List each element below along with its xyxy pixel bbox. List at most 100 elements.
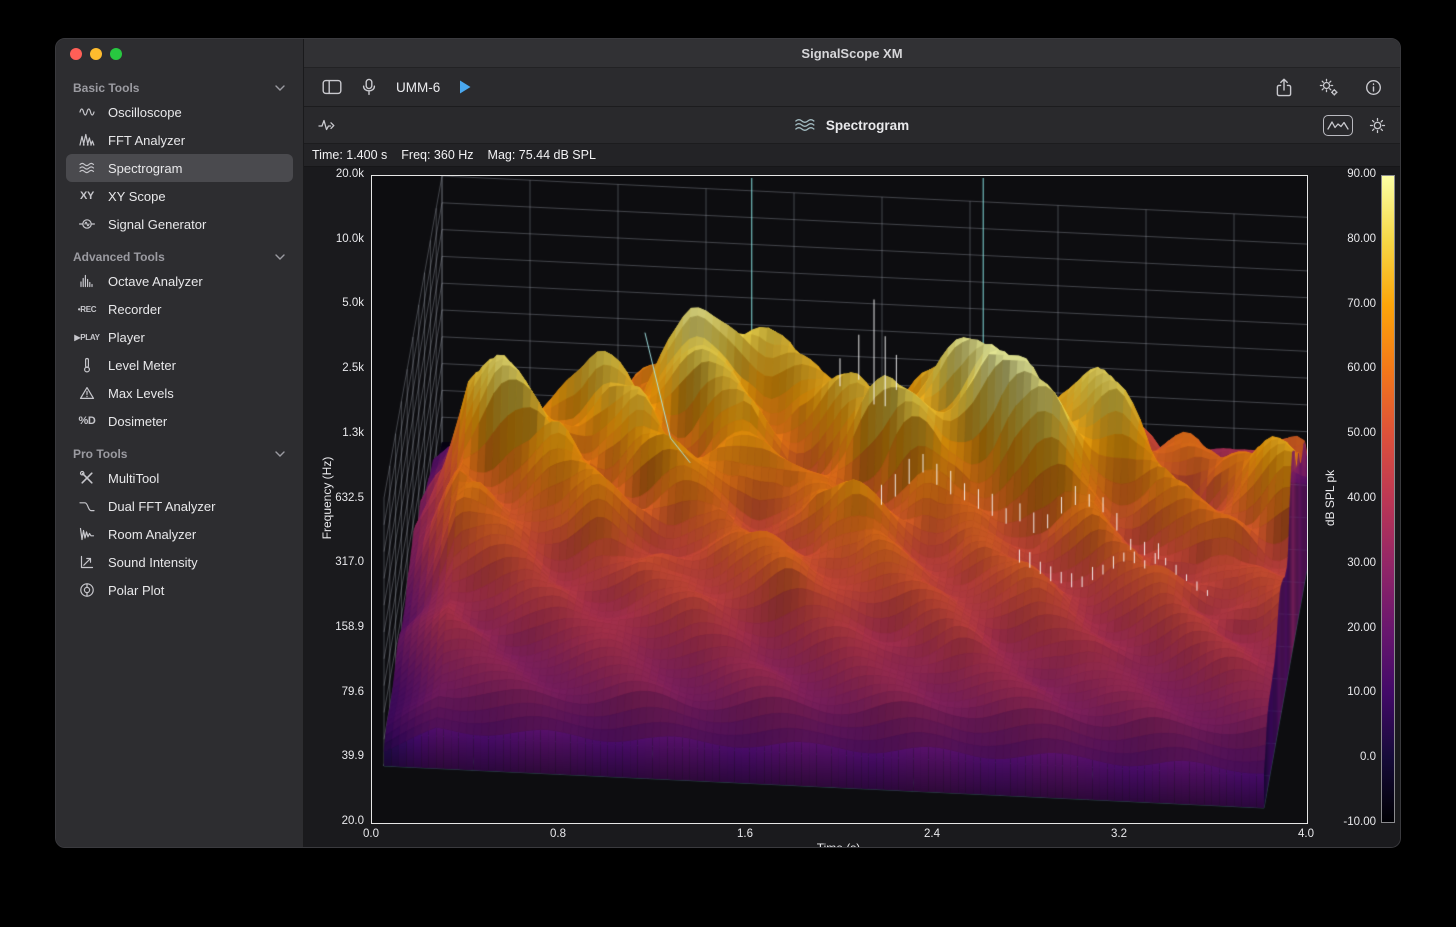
y-tick-label: 20.0k	[318, 168, 364, 180]
main-panel: SignalScope XM UMM-6	[304, 39, 1400, 847]
sidebar-item-label: Dual FFT Analyzer	[108, 499, 215, 514]
gear-icon	[1369, 117, 1386, 134]
plot-style-button[interactable]	[1323, 115, 1353, 136]
settings-gears-button[interactable]	[1319, 78, 1339, 97]
y-tick-label: 20.0	[318, 815, 364, 827]
colorbar-tick-label: 10.00	[1334, 686, 1376, 698]
chart-area: Frequency (Hz) Time (s) dB SPL pk 20.0k1…	[304, 167, 1400, 847]
input-device-button[interactable]	[360, 78, 378, 96]
colorbar-tick-label: 20.00	[1334, 622, 1376, 634]
fft-analyzer-icon	[74, 132, 100, 148]
y-tick-label: 2.5k	[318, 362, 364, 374]
view-toolbar: Spectrogram	[304, 107, 1400, 144]
sidebar-item-recorder[interactable]: •RECRecorder	[66, 295, 293, 323]
y-tick-label: 10.0k	[318, 233, 364, 245]
sidebar-item-player[interactable]: ▶PLAYPlayer	[66, 323, 293, 351]
info-button[interactable]	[1365, 79, 1382, 96]
section-header-basic-tools[interactable]: Basic Tools	[56, 77, 303, 98]
sidebar-item-label: Recorder	[108, 302, 161, 317]
sidebar-item-label: Spectrogram	[108, 161, 182, 176]
window-title: SignalScope XM	[801, 46, 902, 61]
sidebar-item-label: MultiTool	[108, 471, 159, 486]
colorbar-tick-label: 70.00	[1334, 298, 1376, 310]
sidebar-item-level-meter[interactable]: Level Meter	[66, 351, 293, 379]
section-header-advanced-tools[interactable]: Advanced Tools	[56, 246, 303, 267]
sidebar-item-multitool[interactable]: MultiTool	[66, 464, 293, 492]
level-meter-icon	[74, 357, 100, 373]
multitool-icon	[74, 470, 100, 486]
x-tick-label: 0.0	[353, 828, 389, 840]
y-tick-label: 317.0	[318, 556, 364, 568]
sidebar: Basic Tools Oscilloscope FFT Analyzer Spect…	[56, 39, 304, 847]
sidebar-toggle-button[interactable]	[322, 78, 342, 96]
readout-time: Time: 1.400 s	[312, 148, 387, 162]
cursor-readout-bar: Time: 1.400 s Freq: 360 Hz Mag: 75.44 dB…	[304, 144, 1400, 167]
signal-flow-button[interactable]	[318, 117, 336, 133]
chevron-down-icon[interactable]	[275, 451, 285, 457]
x-axis-title: Time (s)	[371, 841, 1306, 848]
section-header-pro-tools[interactable]: Pro Tools	[56, 443, 303, 464]
sidebar-item-room-analyzer[interactable]: Room Analyzer	[66, 520, 293, 548]
spectrogram-icon	[74, 160, 100, 176]
x-tick-label: 3.2	[1101, 828, 1137, 840]
sidebar-item-label: Oscilloscope	[108, 105, 182, 120]
waveform-plot-icon	[1326, 118, 1350, 132]
sidebar-item-octave-analyzer[interactable]: Octave Analyzer	[66, 267, 293, 295]
colorbar-tick-label: -10.00	[1334, 816, 1376, 828]
view-title-group: Spectrogram	[795, 117, 909, 133]
colorbar-tick-label: 40.00	[1334, 492, 1376, 504]
colorbar-tick-label: 0.0	[1334, 751, 1376, 763]
chevron-down-icon[interactable]	[275, 85, 285, 91]
play-icon	[458, 79, 472, 95]
sidebar-item-spectrogram[interactable]: Spectrogram	[66, 154, 293, 182]
zoom-window-button[interactable]	[110, 48, 122, 60]
player-icon: ▶PLAY	[74, 333, 100, 342]
plot-frame[interactable]	[371, 175, 1308, 824]
oscilloscope-icon	[74, 104, 100, 120]
signal-generator-icon	[74, 216, 100, 232]
sidebar-item-xy-scope[interactable]: XYXY Scope	[66, 182, 293, 210]
microphone-icon	[360, 78, 378, 96]
spectrogram-canvas[interactable]	[372, 176, 1307, 823]
sidebar-item-oscilloscope[interactable]: Oscilloscope	[66, 98, 293, 126]
share-button[interactable]	[1275, 78, 1293, 97]
share-icon	[1275, 78, 1293, 97]
sidebar-item-label: Polar Plot	[108, 583, 164, 598]
colorbar	[1381, 175, 1395, 823]
dosimeter-icon: %D	[74, 415, 100, 427]
spectrogram-icon	[795, 117, 817, 133]
signal-flow-icon	[318, 117, 336, 133]
info-icon	[1365, 79, 1382, 96]
sidebar-item-max-levels[interactable]: Max Levels	[66, 379, 293, 407]
sidebar-item-label: Room Analyzer	[108, 527, 196, 542]
section-label: Advanced Tools	[73, 250, 165, 264]
sidebar-item-fft-analyzer[interactable]: FFT Analyzer	[66, 126, 293, 154]
main-toolbar: UMM-6	[304, 68, 1400, 107]
minimize-window-button[interactable]	[90, 48, 102, 60]
sidebar-item-sound-intensity[interactable]: Sound Intensity	[66, 548, 293, 576]
view-settings-button[interactable]	[1369, 117, 1386, 134]
device-name: UMM-6	[396, 80, 440, 95]
max-levels-icon	[74, 385, 100, 401]
y-tick-label: 5.0k	[318, 297, 364, 309]
readout-freq: Freq: 360 Hz	[401, 148, 473, 162]
sidebar-item-polar-plot[interactable]: Polar Plot	[66, 576, 293, 604]
close-window-button[interactable]	[70, 48, 82, 60]
chevron-down-icon[interactable]	[275, 254, 285, 260]
play-button[interactable]	[458, 79, 472, 95]
sidebar-item-label: Octave Analyzer	[108, 274, 203, 289]
view-title: Spectrogram	[826, 118, 909, 133]
gears-icon	[1319, 78, 1339, 97]
sidebar-item-dual-fft-analyzer[interactable]: Dual FFT Analyzer	[66, 492, 293, 520]
sidebar-item-label: XY Scope	[108, 189, 166, 204]
sidebar-item-label: Max Levels	[108, 386, 174, 401]
sidebar-sections: Basic Tools Oscilloscope FFT Analyzer Spect…	[56, 77, 303, 604]
sidebar-item-label: Dosimeter	[108, 414, 167, 429]
sidebar-item-signal-generator[interactable]: Signal Generator	[66, 210, 293, 238]
titlebar[interactable]: SignalScope XM	[304, 39, 1400, 68]
colorbar-tick-label: 30.00	[1334, 557, 1376, 569]
sidebar-toggle-icon	[322, 78, 342, 96]
colorbar-tick-label: 50.00	[1334, 427, 1376, 439]
sidebar-item-dosimeter[interactable]: %D Dosimeter	[66, 407, 293, 435]
x-tick-label: 1.6	[727, 828, 763, 840]
